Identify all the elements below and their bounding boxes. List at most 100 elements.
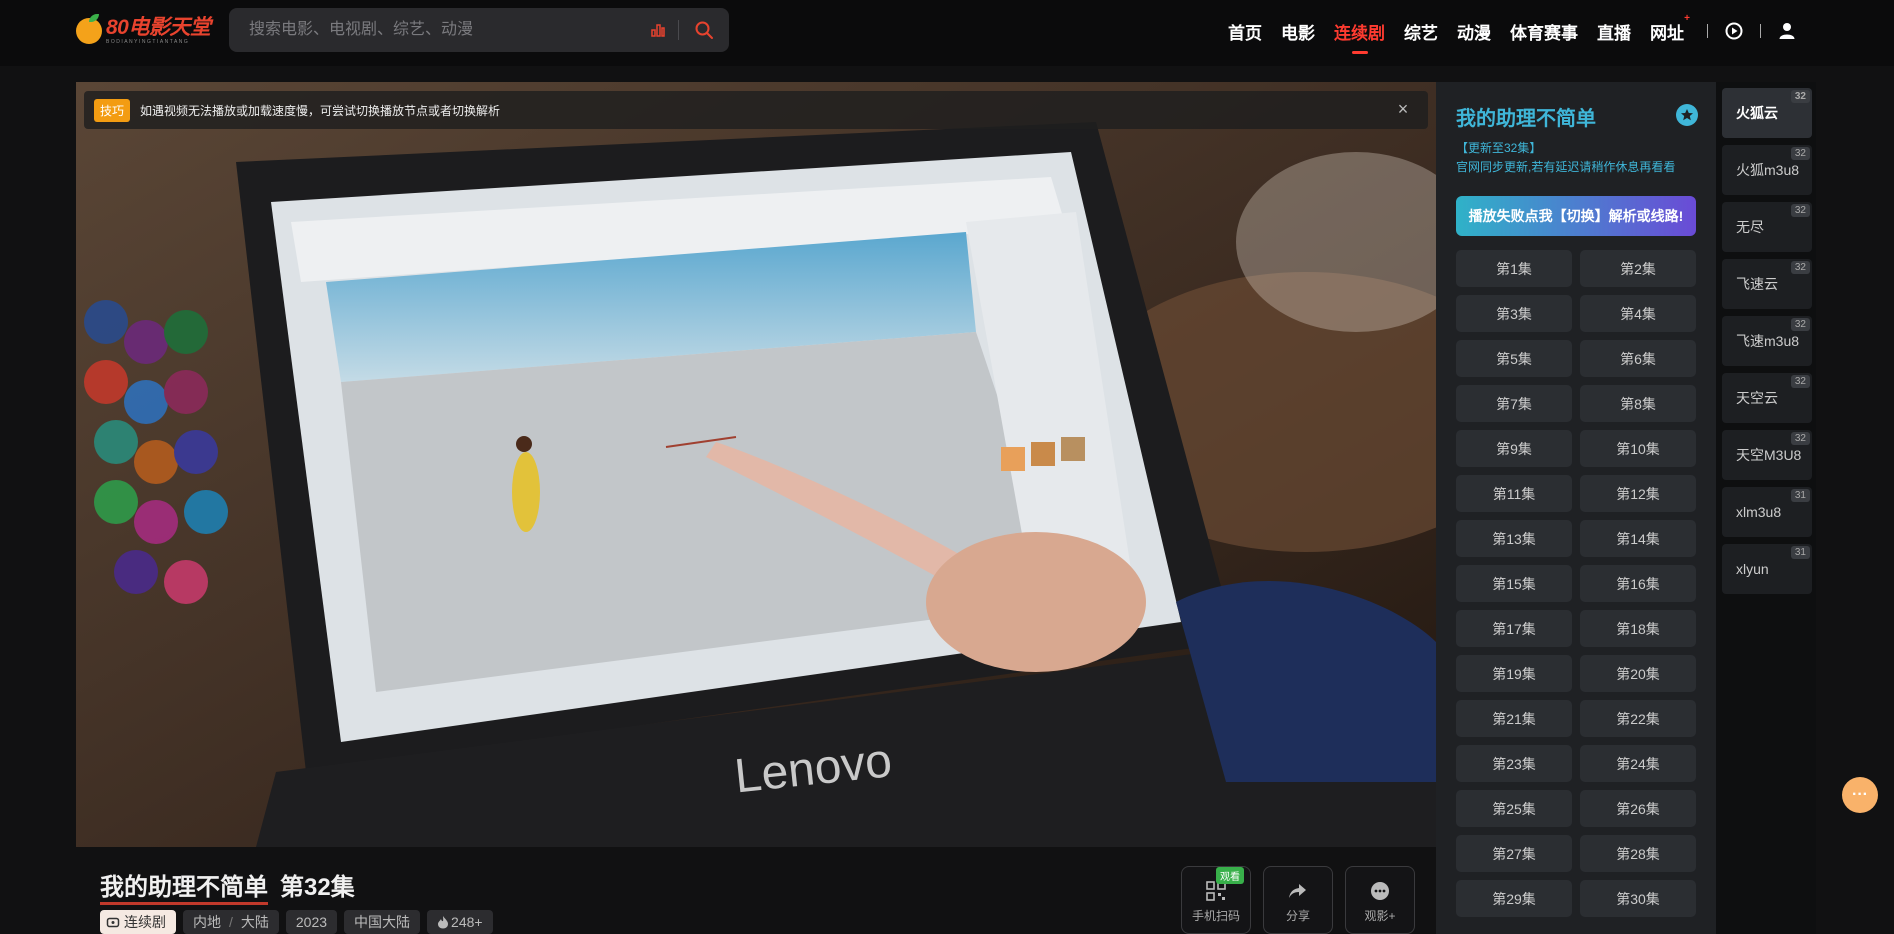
region-separator: /: [229, 914, 233, 930]
chart-icon[interactable]: [638, 8, 678, 52]
nav-urls-label: 网址: [1650, 23, 1684, 43]
source-item[interactable]: 无尽 32: [1722, 202, 1812, 252]
site-header: 80电影天堂 BODIANYINGTIANTANG 首页 电影 连续剧 综艺 动…: [0, 0, 1894, 66]
nav-divider: [1707, 24, 1708, 38]
episode-button[interactable]: 第26集: [1580, 790, 1696, 827]
share-label: 分享: [1285, 909, 1310, 923]
close-icon[interactable]: ×: [1392, 98, 1414, 120]
episode-button[interactable]: 第17集: [1456, 610, 1572, 647]
source-name: 飞速云: [1736, 276, 1778, 292]
flame-icon: [438, 916, 449, 929]
update-note: 官网同步更新,若有延迟请稍作休息再看看: [1456, 160, 1676, 174]
watchlist-button[interactable]: 观影+: [1345, 866, 1415, 934]
episode-button[interactable]: 第28集: [1580, 835, 1696, 872]
episode-button[interactable]: 第29集: [1456, 880, 1572, 917]
region-a: 内地: [193, 914, 221, 930]
nav-home[interactable]: 首页: [1228, 19, 1262, 44]
category-tag[interactable]: 连续剧: [100, 910, 176, 934]
episode-button[interactable]: 第27集: [1456, 835, 1572, 872]
source-item[interactable]: 火狐云 32: [1722, 88, 1812, 138]
episode-button[interactable]: 第10集: [1580, 430, 1696, 467]
episode-button[interactable]: 第2集: [1580, 250, 1696, 287]
episode-button[interactable]: 第5集: [1456, 340, 1572, 377]
episode-button[interactable]: 第8集: [1580, 385, 1696, 422]
nav-new-dot: +: [1684, 12, 1690, 24]
episode-button[interactable]: 第25集: [1456, 790, 1572, 827]
source-item[interactable]: xlm3u8 31: [1722, 487, 1812, 537]
heat-value: 248+: [451, 914, 483, 930]
episode-button[interactable]: 第14集: [1580, 520, 1696, 557]
scan-button[interactable]: 观看 手机扫码: [1181, 866, 1251, 934]
logo-title: 80电影天堂: [106, 16, 211, 39]
source-item[interactable]: 火狐m3u8 32: [1722, 145, 1812, 195]
source-count: 31: [1790, 546, 1810, 559]
share-icon: [1289, 884, 1306, 898]
nav-live[interactable]: 直播: [1597, 19, 1631, 44]
scan-label: 手机扫码: [1191, 909, 1240, 923]
source-count: 31: [1790, 489, 1810, 502]
episode-button[interactable]: 第22集: [1580, 700, 1696, 737]
logo-subtitle: BODIANYINGTIANTANG: [106, 39, 190, 45]
tip-bar: 技巧 如遇视频无法播放或加载速度慢，可尝试切换播放节点或者切换解析 ×: [84, 91, 1428, 129]
country-tag[interactable]: 中国大陆: [344, 910, 421, 934]
play-history-icon[interactable]: [1724, 21, 1744, 41]
share-button[interactable]: 分享: [1263, 866, 1333, 934]
floating-menu-button[interactable]: ···: [1842, 777, 1878, 813]
search-input[interactable]: [229, 8, 638, 52]
source-name: 飞速m3u8: [1736, 333, 1800, 349]
nav-divider-2: [1760, 24, 1761, 38]
episode-button[interactable]: 第20集: [1580, 655, 1696, 692]
update-status: 【更新至32集】: [1456, 141, 1542, 155]
nav-variety[interactable]: 综艺: [1404, 19, 1438, 44]
region-b: 大陆: [240, 914, 269, 930]
episode-button[interactable]: 第3集: [1456, 295, 1572, 332]
switch-source-button[interactable]: 播放失败点我【切换】解析或线路!: [1456, 196, 1696, 236]
video-player[interactable]: Lenovo 技巧 如遇视频无法播放或加载速度慢，可尝试切换播放节点或者切换解析…: [76, 82, 1436, 847]
category-label: 连续剧: [124, 914, 166, 930]
episode-button[interactable]: 第18集: [1580, 610, 1696, 647]
tip-text: 如遇视频无法播放或加载速度慢，可尝试切换播放节点或者切换解析: [140, 103, 501, 118]
title-name[interactable]: 我的助理不简单: [100, 874, 268, 905]
region-tag[interactable]: 内地 / 大陆: [183, 910, 279, 934]
episode-button[interactable]: 第11集: [1456, 475, 1572, 512]
episode-button[interactable]: 第23集: [1456, 745, 1572, 782]
episode-button[interactable]: 第16集: [1580, 565, 1696, 602]
episode-button[interactable]: 第12集: [1580, 475, 1696, 512]
source-item[interactable]: 天空M3U8 32: [1722, 430, 1812, 480]
show-title: 我的助理不简单: [1456, 108, 1596, 130]
nav-sports[interactable]: 体育赛事: [1510, 19, 1578, 44]
source-count: 32: [1790, 318, 1810, 331]
source-name: xlm3u8: [1736, 504, 1782, 520]
source-item[interactable]: 飞速云 32: [1722, 259, 1812, 309]
episode-button[interactable]: 第1集: [1456, 250, 1572, 287]
source-item[interactable]: 飞速m3u8 32: [1722, 316, 1812, 366]
source-count: 32: [1790, 261, 1810, 274]
search-icon[interactable]: [679, 8, 729, 52]
source-name: xlyun: [1736, 561, 1769, 577]
source-name: 火狐m3u8: [1736, 162, 1800, 178]
episode-button[interactable]: 第6集: [1580, 340, 1696, 377]
episode-button[interactable]: 第24集: [1580, 745, 1696, 782]
source-item[interactable]: xlyun 31: [1722, 544, 1812, 594]
nav-urls[interactable]: 网址 +: [1650, 13, 1690, 44]
nav-movies[interactable]: 电影: [1281, 19, 1315, 44]
episode-button[interactable]: 第19集: [1456, 655, 1572, 692]
site-logo[interactable]: 80电影天堂 BODIANYINGTIANTANG: [76, 14, 211, 46]
episode-button[interactable]: 第7集: [1456, 385, 1572, 422]
more-icon: [1371, 882, 1389, 900]
nav-anime[interactable]: 动漫: [1457, 19, 1491, 44]
episode-button[interactable]: 第21集: [1456, 700, 1572, 737]
source-count: 32: [1790, 90, 1810, 103]
watch-badge: 观看: [1216, 867, 1244, 884]
episode-button[interactable]: 第4集: [1580, 295, 1696, 332]
episode-button[interactable]: 第9集: [1456, 430, 1572, 467]
episode-button[interactable]: 第30集: [1580, 880, 1696, 917]
nav-series[interactable]: 连续剧: [1334, 19, 1385, 44]
source-item[interactable]: 天空云 32: [1722, 373, 1812, 423]
year-tag[interactable]: 2023: [285, 910, 338, 934]
source-count: 32: [1790, 375, 1810, 388]
episode-button[interactable]: 第13集: [1456, 520, 1572, 557]
episode-button[interactable]: 第15集: [1456, 565, 1572, 602]
user-icon[interactable]: [1777, 21, 1797, 41]
favorite-star-icon[interactable]: [1676, 104, 1698, 126]
